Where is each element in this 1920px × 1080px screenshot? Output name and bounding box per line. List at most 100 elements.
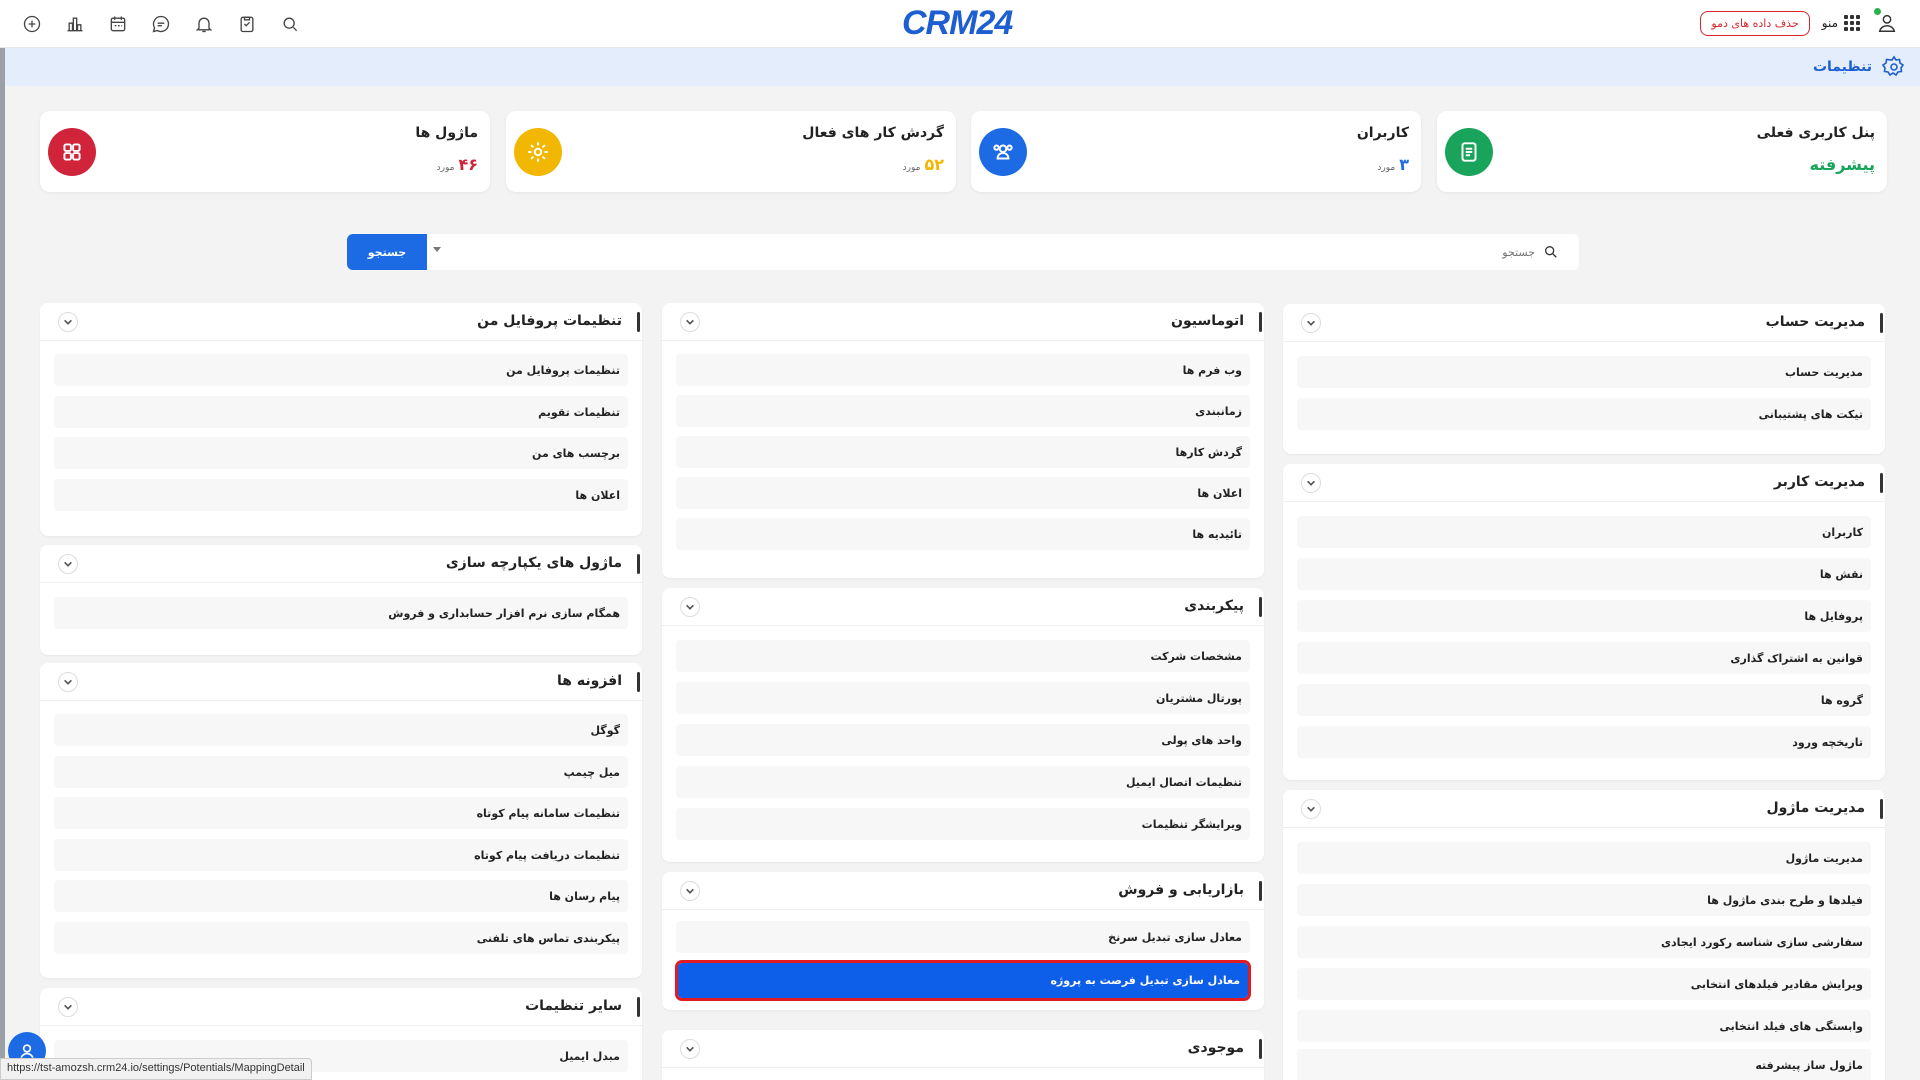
settings-link[interactable]: اعلان ها — [676, 477, 1250, 509]
chevron-down-icon[interactable] — [58, 997, 78, 1017]
settings-link[interactable]: تنظیمات دریافت پیام کوتاه — [54, 839, 628, 871]
settings-link[interactable]: تاریخچه ورود — [1297, 726, 1871, 758]
page-title: تنظیمات — [1812, 59, 1872, 75]
settings-link[interactable]: میل چیمپ — [54, 756, 628, 788]
settings-link[interactable]: پروفایل ها — [1297, 600, 1871, 632]
chevron-down-icon[interactable] — [680, 597, 700, 617]
settings-link[interactable]: اعلان ها — [54, 479, 628, 511]
settings-link[interactable]: ویرایش مقادیر فیلدهای انتخابی — [1297, 968, 1871, 1000]
section-inventory: موجودی — [662, 1030, 1264, 1080]
stat-label: پنل کاربری فعلی — [1756, 125, 1875, 141]
calendar-icon[interactable] — [104, 10, 132, 38]
chevron-down-icon[interactable] — [58, 672, 78, 692]
settings-link[interactable]: مشخصات شرکت — [676, 640, 1250, 672]
section-header[interactable]: تنظیمات پروفایل من — [40, 303, 642, 341]
settings-link[interactable]: تائیدیه ها — [676, 518, 1250, 550]
delete-demo-data-button[interactable]: حذف داده های دمو — [1700, 10, 1810, 36]
settings-link[interactable]: معادل سازی تبدیل سرنخ — [676, 921, 1250, 953]
settings-link[interactable]: مدیریت حساب — [1297, 356, 1871, 388]
settings-link[interactable]: تنظیمات سامانه پیام کوتاه — [54, 797, 628, 829]
section-header[interactable]: افزونه ها — [40, 663, 642, 701]
chevron-down-icon[interactable] — [1301, 473, 1321, 493]
search-input[interactable] — [455, 234, 1535, 270]
section-title: افزونه ها — [557, 673, 622, 689]
settings-link[interactable]: تنظیمات تقویم — [54, 396, 628, 428]
settings-link[interactable]: واحد های پولی — [676, 724, 1250, 756]
settings-link[interactable]: ویرایشگر تنظیمات — [676, 808, 1250, 840]
section-title: بازاریابی و فروش — [1118, 882, 1244, 898]
section-automation: اتوماسیون وب فرم ها زمانبندی گردش کارها … — [662, 303, 1264, 578]
chevron-down-icon[interactable] — [58, 312, 78, 332]
section-account-management: مدیریت حساب مدیریت حساب تیکت های پشتیبان… — [1283, 304, 1885, 454]
chat-icon[interactable] — [147, 10, 175, 38]
stat-card-current-panel[interactable]: پنل کاربری فعلی پیشرفته — [1437, 111, 1887, 192]
section-title: موجودی — [1187, 1040, 1244, 1056]
dropdown-caret-icon[interactable] — [433, 247, 441, 252]
settings-link[interactable]: تیکت های پشتیبانی — [1297, 398, 1871, 430]
section-title: پیکربندی — [1184, 598, 1244, 614]
settings-link-active[interactable]: معادل سازی تبدیل فرصت به پروژه — [675, 960, 1251, 1001]
chevron-down-icon[interactable] — [1301, 799, 1321, 819]
settings-link[interactable]: کاربران — [1297, 516, 1871, 548]
stat-card-users[interactable]: کاربران ۳مورد — [971, 111, 1421, 192]
chevron-down-icon[interactable] — [1301, 313, 1321, 333]
chevron-down-icon[interactable] — [680, 1039, 700, 1059]
chart-icon[interactable] — [61, 10, 89, 38]
settings-link[interactable]: پورتال مشتریان — [676, 682, 1250, 714]
settings-link[interactable]: مدیریت ماژول — [1297, 842, 1871, 874]
settings-link[interactable]: وابستگی های فیلد انتخابی — [1297, 1010, 1871, 1042]
section-header[interactable]: بازاریابی و فروش — [662, 872, 1264, 910]
settings-link[interactable]: سفارشی سازی شناسه رکورد ایجادی — [1297, 926, 1871, 958]
settings-link[interactable]: گوگل — [54, 714, 628, 746]
section-header[interactable]: اتوماسیون — [662, 303, 1264, 341]
add-circle-icon[interactable] — [18, 10, 46, 38]
stat-card-workflows[interactable]: گردش کار های فعال ۵۲مورد — [506, 111, 956, 192]
settings-link[interactable]: پیام رسان ها — [54, 880, 628, 912]
user-account-icon[interactable] — [1872, 8, 1902, 38]
section-title: مدیریت ماژول — [1766, 800, 1865, 816]
section-header[interactable]: پیکربندی — [662, 588, 1264, 626]
settings-link[interactable]: گردش کارها — [676, 436, 1250, 468]
settings-link[interactable]: تنظیمات پروفایل من — [54, 354, 628, 386]
section-header[interactable]: مدیریت ماژول — [1283, 790, 1885, 828]
crm24-logo[interactable]: CRM 24 — [902, 4, 1013, 42]
settings-link[interactable]: قوانین به اشتراک گذاری — [1297, 642, 1871, 674]
settings-link[interactable]: گروه ها — [1297, 684, 1871, 716]
section-addons: افزونه ها گوگل میل چیمپ تنظیمات سامانه پ… — [40, 663, 642, 978]
clipboard-icon[interactable] — [233, 10, 261, 38]
chevron-down-icon[interactable] — [58, 554, 78, 574]
settings-link[interactable]: برچسب های من — [54, 437, 628, 469]
settings-link[interactable]: وب فرم ها — [676, 354, 1250, 386]
menu-label: منو — [1821, 16, 1838, 30]
section-my-profile: تنظیمات پروفایل من تنظیمات پروفایل من تن… — [40, 303, 642, 536]
section-title: اتوماسیون — [1171, 313, 1244, 329]
search-icon[interactable] — [276, 10, 304, 38]
stat-label: ماژول ها — [415, 125, 478, 141]
chevron-down-icon[interactable] — [680, 881, 700, 901]
settings-header: تنظیمات — [5, 48, 1920, 86]
online-status-dot — [1874, 8, 1881, 15]
settings-link[interactable]: همگام سازی نرم افزار حسابداری و فروش — [54, 597, 628, 629]
settings-link[interactable]: فیلدها و طرح بندی ماژول ها — [1297, 884, 1871, 916]
menu-button[interactable]: منو — [1822, 15, 1860, 31]
bell-icon[interactable] — [190, 10, 218, 38]
top-bar: CRM 24 منو حذف داده های دمو — [0, 0, 1920, 48]
section-title: مدیریت حساب — [1765, 314, 1865, 330]
section-header[interactable]: مدیریت کاربر — [1283, 464, 1885, 502]
settings-link[interactable]: زمانبندی — [676, 395, 1250, 427]
section-header[interactable]: ماژول های یکپارچه سازی — [40, 545, 642, 583]
settings-link[interactable]: پیکربندی تماس های تلفنی — [54, 922, 628, 954]
section-title: ماژول های یکپارچه سازی — [445, 555, 622, 571]
settings-link[interactable]: ماژول ساز پیشرفته — [1297, 1049, 1871, 1080]
stat-label: کاربران — [1356, 125, 1409, 141]
section-header[interactable]: موجودی — [662, 1030, 1264, 1068]
search-button[interactable]: جستجو — [347, 234, 427, 270]
gear-icon — [514, 128, 562, 176]
section-header[interactable]: مدیریت حساب — [1283, 304, 1885, 342]
settings-link[interactable]: نقش ها — [1297, 558, 1871, 590]
settings-link[interactable]: تنظیمات اتصال ایمیل — [676, 766, 1250, 798]
status-bar-url: https://tst-amozsh.crm24.io/settings/Pot… — [0, 1058, 312, 1080]
section-header[interactable]: سایر تنظیمات — [40, 988, 642, 1026]
stat-card-modules[interactable]: ماژول ها ۴۶مورد — [40, 111, 490, 192]
chevron-down-icon[interactable] — [680, 312, 700, 332]
